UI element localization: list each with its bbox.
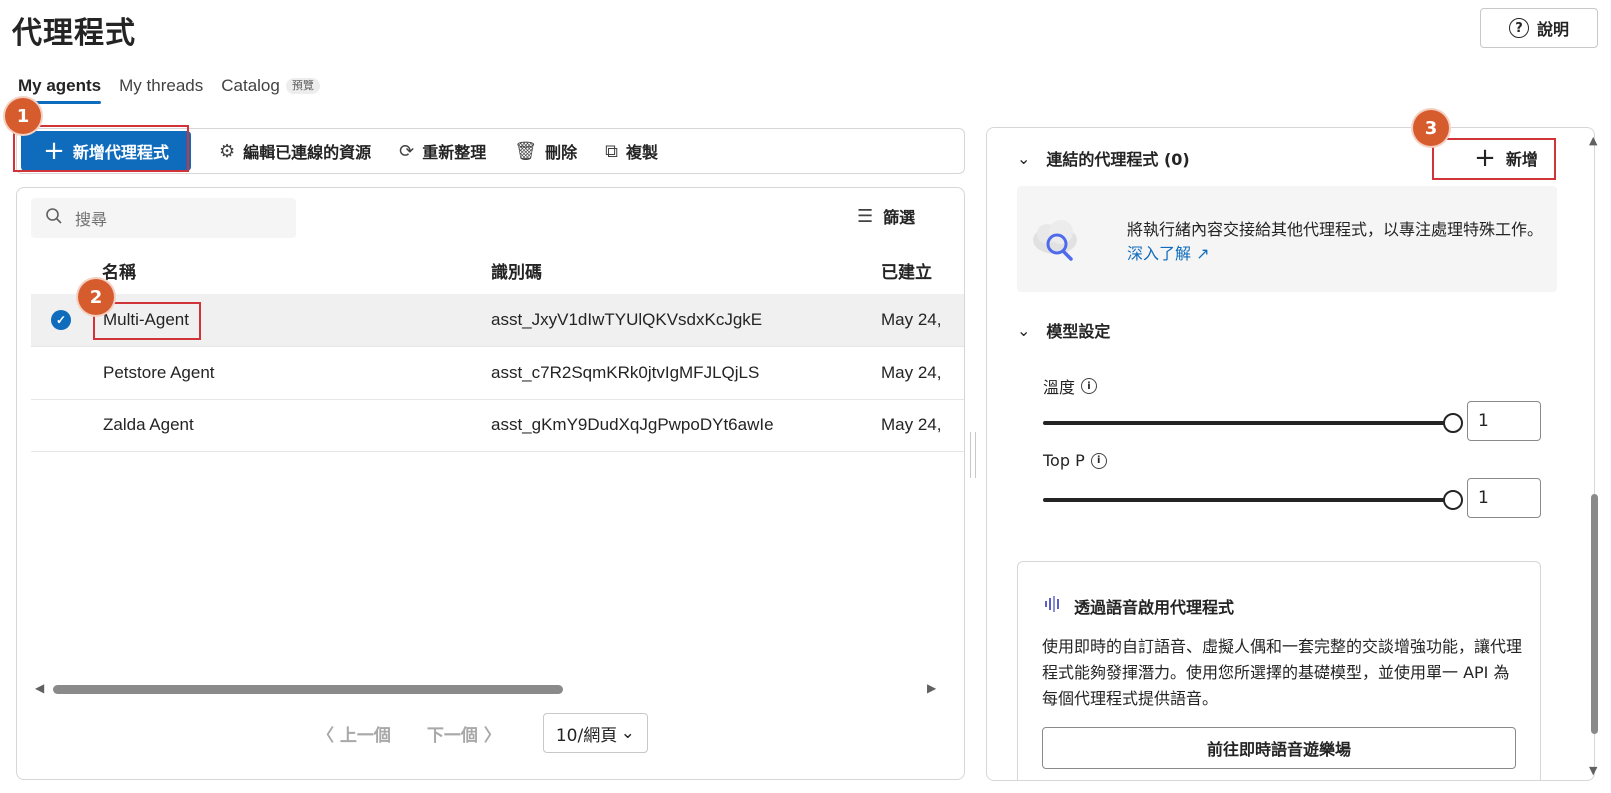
previous-label: 上一個 (339, 725, 391, 746)
agent-name: Zalda Agent (103, 415, 194, 434)
agent-created: May 24, (881, 310, 942, 329)
page-size-dropdown[interactable]: 10/網頁 ⌄ (542, 713, 648, 753)
trash-icon: 🗑 (514, 140, 538, 162)
temperature-slider[interactable] (1043, 421, 1453, 425)
agent-created: May 24, (881, 363, 942, 382)
voice-title-text: 透過語音啟用代理程式 (1074, 598, 1235, 617)
cloud-search-icon (1029, 218, 1081, 264)
temperature-label: 溫度 i (1043, 374, 1098, 398)
learn-more-link[interactable]: 深入了解 ↗ (1127, 244, 1210, 263)
help-button[interactable]: ? 說明 (1480, 8, 1598, 48)
copy-label: 複製 (626, 143, 659, 162)
model-settings-label: 模型設定 (1046, 322, 1111, 341)
agent-created: May 24, (881, 415, 942, 434)
top-p-label: Top P i (1043, 451, 1107, 470)
chevron-down-icon: ⌄ (620, 723, 635, 743)
gear-icon: ⚙ (219, 140, 236, 162)
agent-settings-panel: ⌄ 連結的代理程式 (0) + 新增 將執行緒內容交接給其他代理程式，以專注處理… (986, 127, 1595, 781)
scrollbar-thumb[interactable] (53, 685, 563, 694)
step-badge-3: 3 (1413, 110, 1449, 146)
info-description: 將執行緒內容交接給其他代理程式，以專注處理特殊工作。深入了解 ↗ (1127, 218, 1547, 266)
column-header-created[interactable]: 已建立 (881, 258, 932, 283)
column-header-name[interactable]: 名稱 (102, 258, 136, 283)
audio-wave-icon (1044, 595, 1062, 617)
next-page-button[interactable]: 下一個 〉 (427, 721, 501, 746)
connected-agents-label: 連結的代理程式 (0) (1046, 150, 1190, 169)
voice-card-title: 透過語音啟用代理程式 (1044, 594, 1234, 618)
edit-resources-button[interactable]: ⚙ 編輯已連線的資源 (219, 139, 371, 163)
panel-resize-handle[interactable] (970, 432, 976, 478)
info-icon[interactable]: i (1090, 452, 1107, 469)
top-p-slider[interactable] (1043, 498, 1453, 502)
search-placeholder: 搜尋 (75, 210, 108, 229)
step-badge-1: 1 (5, 98, 41, 134)
search-input[interactable]: 搜尋 (31, 198, 296, 238)
page-size-value: 10/網頁 (555, 725, 618, 746)
delete-label: 刪除 (545, 143, 578, 162)
voice-card: 透過語音啟用代理程式 使用即時的自訂語音、虛擬人偶和一套完整的交談增強功能，讓代… (1017, 561, 1541, 780)
agent-name: Petstore Agent (103, 363, 215, 382)
learn-more-label: 深入了解 (1127, 244, 1192, 263)
preview-badge: 預覽 (285, 78, 320, 94)
temperature-input[interactable]: 1 (1467, 401, 1541, 441)
filter-icon: ☰ (857, 205, 874, 227)
scroll-left-icon[interactable]: ◀ (35, 681, 44, 695)
tab-bar: My agents My threads Catalog 預覽 (18, 76, 320, 104)
previous-page-button[interactable]: 〈 上一個 (317, 721, 391, 746)
help-label: 說明 (1536, 20, 1569, 39)
table-row[interactable]: Zalda Agent asst_gKmY9DudXqJgPwpoDYt6awI… (31, 399, 964, 452)
connected-agents-info: 將執行緒內容交接給其他代理程式，以專注處理特殊工作。深入了解 ↗ (1017, 186, 1557, 292)
tab-label: My agents (18, 76, 102, 95)
step-badge-2: 2 (78, 279, 114, 315)
refresh-label: 重新整理 (422, 143, 487, 162)
connected-agents-header[interactable]: ⌄ 連結的代理程式 (0) (1017, 146, 1190, 170)
info-text: 將執行緒內容交接給其他代理程式，以專注處理特殊工作。 (1127, 220, 1544, 239)
edit-resources-label: 編輯已連線的資源 (243, 143, 372, 162)
tab-catalog[interactable]: Catalog 預覽 (221, 76, 320, 104)
filter-label: 篩選 (883, 208, 916, 227)
temperature-slider-thumb[interactable] (1443, 413, 1463, 433)
checkmark-icon[interactable]: ✓ (51, 310, 71, 330)
question-icon: ? (1508, 18, 1529, 38)
agent-id: asst_c7R2SqmKRk0jtvIgMFJLQjLS (491, 363, 760, 382)
pagination: 〈 上一個 下一個 〉 10/網頁 ⌄ (317, 713, 648, 753)
tab-label: Catalog (221, 76, 280, 95)
model-settings-header[interactable]: ⌄ 模型設定 (1017, 318, 1110, 342)
highlight-new-agent (13, 125, 189, 172)
chevron-down-icon: ⌄ (1017, 148, 1031, 168)
tab-my-threads[interactable]: My threads (119, 76, 203, 104)
column-header-id[interactable]: 識別碼 (491, 258, 542, 283)
copy-button[interactable]: ⧉ 複製 (605, 139, 658, 163)
copy-icon: ⧉ (605, 140, 618, 162)
table-row[interactable]: Petstore Agent asst_c7R2SqmKRk0jtvIgMFJL… (31, 347, 964, 400)
voice-playground-button[interactable]: 前往即時語音遊樂場 (1042, 727, 1516, 769)
info-icon[interactable]: i (1081, 378, 1098, 394)
tab-label: My threads (119, 76, 204, 95)
temperature-text: 溫度 (1043, 378, 1076, 397)
scroll-up-icon[interactable]: ▲ (1589, 134, 1597, 147)
scroll-down-icon[interactable]: ▼ (1589, 764, 1597, 777)
scroll-right-icon[interactable]: ▶ (927, 681, 936, 695)
refresh-button[interactable]: ⟳ 重新整理 (399, 139, 486, 163)
top-p-text: Top P (1043, 451, 1085, 470)
scrollbar-thumb[interactable] (1591, 494, 1598, 734)
filter-button[interactable]: ☰ 篩選 (857, 204, 915, 228)
highlight-add (1432, 138, 1556, 180)
chevron-down-icon: ⌄ (1017, 320, 1031, 340)
refresh-icon: ⟳ (399, 140, 415, 162)
horizontal-scrollbar[interactable]: ◀ ▶ (31, 681, 941, 695)
voice-description: 使用即時的自訂語音、虛擬人偶和一套完整的交談增強功能，讓代理程式能夠發揮潛力。使… (1042, 637, 1523, 708)
vertical-scrollbar[interactable]: ▲ ▼ (1588, 134, 1600, 779)
top-p-slider-thumb[interactable] (1443, 490, 1463, 510)
agent-id: asst_JxyV1dIwTYUlQKVsdxKcJgkE (491, 310, 763, 329)
page-title: 代理程式 (12, 16, 136, 51)
delete-button[interactable]: 🗑 刪除 (514, 139, 577, 163)
search-icon (45, 207, 63, 229)
external-link-icon: ↗ (1196, 244, 1210, 263)
agent-id: asst_gKmY9DudXqJgPwpoDYt6awIe (491, 415, 774, 434)
agents-list-panel: 搜尋 ☰ 篩選 名稱 識別碼 已建立 ✓ Multi-Agent asst_Jx… (16, 187, 965, 780)
next-label: 下一個 (426, 725, 478, 746)
top-p-input[interactable]: 1 (1467, 478, 1541, 518)
